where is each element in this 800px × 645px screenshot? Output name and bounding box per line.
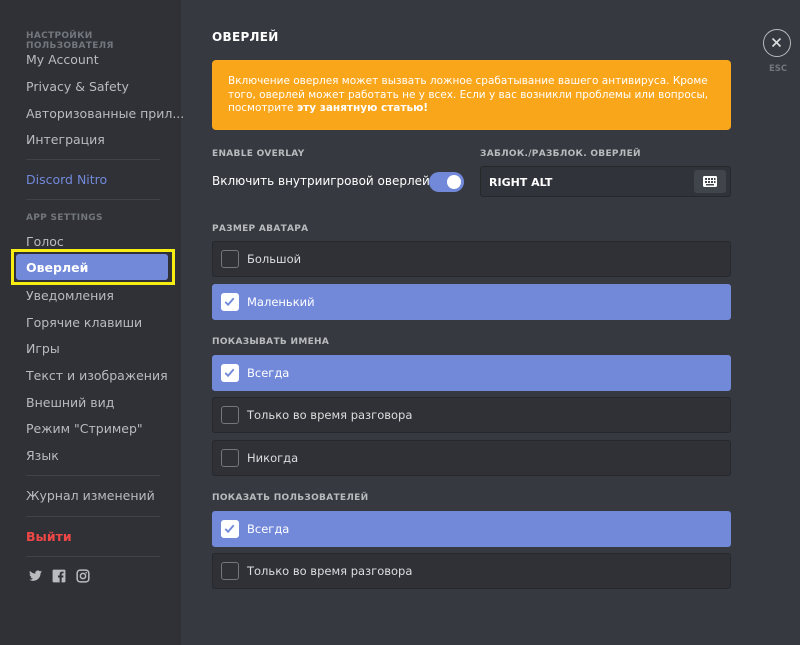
names-option-always[interactable]: Всегда xyxy=(212,355,731,391)
checkbox xyxy=(221,449,239,467)
highlight-frame xyxy=(11,249,175,285)
sidebar-item-my-account[interactable]: My Account xyxy=(26,52,99,67)
sidebar-divider xyxy=(26,199,160,200)
sidebar-item-integrations[interactable]: Интеграция xyxy=(26,132,105,147)
avatar-size-option-small[interactable]: Маленький xyxy=(212,284,731,320)
settings-sidebar: НАСТРОЙКИ ПОЛЬЗОВАТЕЛЯ My Account Privac… xyxy=(0,0,184,645)
sidebar-divider xyxy=(26,516,160,517)
avatar-size-label: РАЗМЕР АВАТАРА xyxy=(212,224,309,234)
sidebar-divider xyxy=(26,556,160,557)
sidebar-divider xyxy=(26,159,160,160)
sidebar-item-text-images[interactable]: Текст и изображения xyxy=(26,368,168,383)
close-button[interactable] xyxy=(763,29,791,57)
sidebar-item-authorized-apps[interactable]: Авторизованные прил... xyxy=(26,106,184,121)
checkbox xyxy=(221,562,239,580)
keyboard-icon xyxy=(703,176,717,187)
social-links xyxy=(28,568,90,583)
checkmark-icon xyxy=(224,368,235,378)
option-label: Всегда xyxy=(247,366,290,380)
sidebar-item-changelog[interactable]: Журнал изменений xyxy=(26,488,155,503)
antivirus-warning: Включение оверлея может вызвать ложное с… xyxy=(212,60,731,130)
names-option-never[interactable]: Никогда xyxy=(212,440,731,476)
overlay-keybind-field[interactable]: RIGHT ALT xyxy=(480,166,731,197)
close-icon xyxy=(771,37,782,48)
users-option-always[interactable]: Всегда xyxy=(212,511,731,547)
sidebar-item-streamer-mode[interactable]: Режим "Стример" xyxy=(26,421,143,436)
enable-overlay-text: Включить внутриигровой оверлей. xyxy=(212,174,434,188)
option-label: Никогда xyxy=(247,451,299,465)
sidebar-item-privacy[interactable]: Privacy & Safety xyxy=(26,79,129,94)
sidebar-item-games[interactable]: Игры xyxy=(26,341,60,356)
sidebar-item-appearance[interactable]: Внешний вид xyxy=(26,395,114,410)
show-names-label: ПОКАЗЫВАТЬ ИМЕНА xyxy=(212,337,330,347)
toggle-knob xyxy=(447,175,461,189)
sidebar-item-logout[interactable]: Выйти xyxy=(26,529,72,544)
enable-overlay-label: ENABLE OVERLAY xyxy=(212,149,305,159)
option-label: Всегда xyxy=(247,522,290,536)
checkbox xyxy=(221,520,239,538)
sidebar-item-nitro[interactable]: Discord Nitro xyxy=(26,172,107,187)
checkbox xyxy=(221,250,239,268)
esc-label: ESC xyxy=(769,64,788,74)
option-label: Только во время разговора xyxy=(247,564,413,578)
users-option-while-speaking[interactable]: Только во время разговора xyxy=(212,553,731,589)
option-label: Большой xyxy=(247,252,302,266)
show-users-label: ПОКАЗАТЬ ПОЛЬЗОВАТЕЛЕЙ xyxy=(212,493,369,503)
checkbox xyxy=(221,364,239,382)
sidebar-item-language[interactable]: Язык xyxy=(26,448,59,463)
enable-overlay-toggle[interactable] xyxy=(429,172,464,192)
user-settings-header: НАСТРОЙКИ ПОЛЬЗОВАТЕЛЯ xyxy=(26,31,114,51)
avatar-size-option-large[interactable]: Большой xyxy=(212,241,731,277)
option-label: Только во время разговора xyxy=(247,408,413,422)
checkbox xyxy=(221,293,239,311)
app-settings-header: APP SETTINGS xyxy=(26,213,103,223)
facebook-icon[interactable] xyxy=(52,568,66,583)
warning-link[interactable]: эту занятную статью! xyxy=(297,102,428,114)
keybind-label: ЗАБЛОК./РАЗБЛОК. ОВЕРЛЕЙ xyxy=(480,149,641,159)
keybind-value: RIGHT ALT xyxy=(489,176,553,189)
checkmark-icon xyxy=(224,524,235,534)
sidebar-item-voice[interactable]: Голос xyxy=(26,234,64,249)
sidebar-item-keybinds[interactable]: Горячие клавиши xyxy=(26,315,142,330)
sidebar-divider xyxy=(26,475,160,476)
checkbox xyxy=(221,406,239,424)
instagram-icon[interactable] xyxy=(76,568,90,583)
keybind-record-button[interactable] xyxy=(694,170,726,193)
twitter-icon[interactable] xyxy=(28,568,42,582)
page-title: ОВЕРЛЕЙ xyxy=(212,30,279,44)
sidebar-item-notifications[interactable]: Уведомления xyxy=(26,288,114,303)
names-option-while-speaking[interactable]: Только во время разговора xyxy=(212,397,731,433)
checkmark-icon xyxy=(224,297,235,307)
option-label: Маленький xyxy=(247,295,315,309)
